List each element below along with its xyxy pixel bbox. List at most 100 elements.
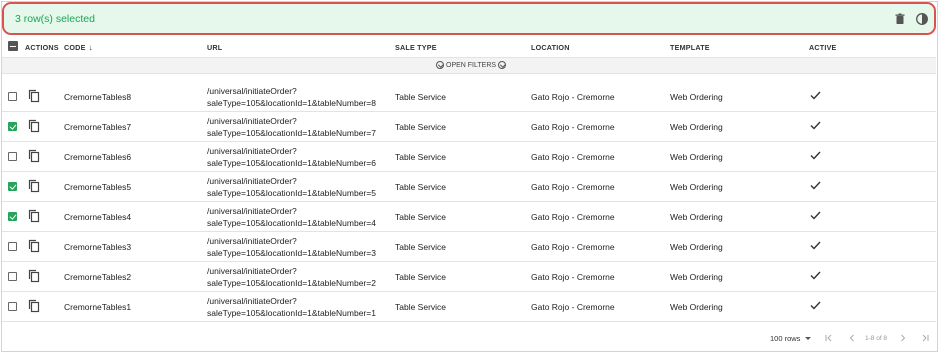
checkmark-icon xyxy=(810,91,821,100)
row-select-checkbox[interactable] xyxy=(8,182,17,191)
template-cell: Web Ordering xyxy=(670,182,723,192)
code-cell: CremorneTables3 xyxy=(64,242,132,252)
caret-down-icon xyxy=(805,337,812,340)
rows-per-page-value: 100 rows xyxy=(770,334,801,343)
copy-icon[interactable] xyxy=(28,209,40,223)
template-cell: Web Ordering xyxy=(670,122,723,132)
trash-icon[interactable] xyxy=(893,12,907,26)
sale-type-cell: Table Service xyxy=(395,92,447,102)
checkmark-icon xyxy=(810,181,821,190)
column-header-actions: ACTIONS xyxy=(25,43,59,52)
copy-icon[interactable] xyxy=(28,299,40,313)
location-cell: Gato Rojo - Cremorne xyxy=(531,272,615,282)
rows-per-page-select[interactable]: 100 rows xyxy=(770,334,812,343)
url-line-2: saleType=105&locationId=1&tableNumber=5 xyxy=(207,188,376,198)
checkmark-icon xyxy=(810,211,821,220)
selection-count-text: 3 row(s) selected xyxy=(15,13,95,25)
location-cell: Gato Rojo - Cremorne xyxy=(531,302,615,312)
location-cell: Gato Rojo - Cremorne xyxy=(531,92,615,102)
url-cell: /universal/initiateOrder? saleType=105&lo… xyxy=(207,235,376,259)
table-row[interactable]: CremorneTables6/universal/initiateOrder?… xyxy=(2,142,936,172)
url-line-2: saleType=105&locationId=1&tableNumber=8 xyxy=(207,98,376,108)
sale-type-cell: Table Service xyxy=(395,182,447,192)
template-cell: Web Ordering xyxy=(670,152,723,162)
copy-icon[interactable] xyxy=(28,149,40,163)
table-header: ACTIONS CODE ↓ URL SALE TYPE LOCATION TEM… xyxy=(2,38,936,58)
code-cell: CremorneTables1 xyxy=(64,302,132,312)
table-row[interactable]: CremorneTables2/universal/initiateOrder?… xyxy=(2,262,936,292)
row-select-checkbox[interactable] xyxy=(8,152,17,161)
row-select-checkbox[interactable] xyxy=(8,212,17,221)
table-row[interactable]: CremorneTables5/universal/initiateOrder?… xyxy=(2,172,936,202)
url-cell: /universal/initiateOrder? saleType=105&lo… xyxy=(207,175,376,199)
column-header-code-label: CODE xyxy=(64,43,86,52)
copy-icon[interactable] xyxy=(28,89,40,103)
location-cell: Gato Rojo - Cremorne xyxy=(531,212,615,222)
checkmark-icon xyxy=(810,301,821,310)
table-row[interactable]: CremorneTables3/universal/initiateOrder?… xyxy=(2,232,936,262)
url-line-2: saleType=105&locationId=1&tableNumber=7 xyxy=(207,128,376,138)
location-cell: Gato Rojo - Cremorne xyxy=(531,122,615,132)
column-header-sale-type[interactable]: SALE TYPE xyxy=(395,43,437,52)
checkmark-icon xyxy=(810,151,821,160)
url-cell: /universal/initiateOrder? saleType=105&lo… xyxy=(207,85,376,109)
code-cell: CremorneTables5 xyxy=(64,182,132,192)
table-row[interactable]: CremorneTables8/universal/initiateOrder?… xyxy=(2,82,936,112)
copy-icon[interactable] xyxy=(28,239,40,253)
contrast-icon[interactable] xyxy=(915,12,929,26)
sort-down-icon[interactable]: ↓ xyxy=(89,43,93,52)
url-cell: /universal/initiateOrder? saleType=105&lo… xyxy=(207,265,376,289)
next-page-icon[interactable] xyxy=(898,333,908,343)
row-select-checkbox[interactable] xyxy=(8,242,17,251)
location-cell: Gato Rojo - Cremorne xyxy=(531,242,615,252)
template-cell: Web Ordering xyxy=(670,272,723,282)
copy-icon[interactable] xyxy=(28,179,40,193)
select-all-checkbox[interactable] xyxy=(8,41,18,51)
url-cell: /universal/initiateOrder? saleType=105&lo… xyxy=(207,145,376,169)
pagination-footer: 100 rows 1-8 of 8 xyxy=(2,326,936,350)
url-line-1: /universal/initiateOrder? xyxy=(207,116,297,126)
copy-icon[interactable] xyxy=(28,269,40,283)
table-row[interactable]: CremorneTables7/universal/initiateOrder?… xyxy=(2,112,936,142)
row-select-checkbox[interactable] xyxy=(8,272,17,281)
table-row[interactable]: CremorneTables1/universal/initiateOrder?… xyxy=(2,292,936,322)
open-filters-button[interactable]: OPEN FILTERS xyxy=(436,61,507,69)
url-cell: /universal/initiateOrder? saleType=105&lo… xyxy=(207,205,376,229)
template-cell: Web Ordering xyxy=(670,242,723,252)
url-line-1: /universal/initiateOrder? xyxy=(207,266,297,276)
sale-type-cell: Table Service xyxy=(395,242,447,252)
url-line-1: /universal/initiateOrder? xyxy=(207,236,297,246)
row-select-checkbox[interactable] xyxy=(8,122,17,131)
filters-bar: OPEN FILTERS xyxy=(2,58,936,74)
url-line-1: /universal/initiateOrder? xyxy=(207,176,297,186)
column-header-url[interactable]: URL xyxy=(207,43,222,52)
url-line-1: /universal/initiateOrder? xyxy=(207,206,297,216)
sale-type-cell: Table Service xyxy=(395,272,447,282)
row-select-checkbox[interactable] xyxy=(8,302,17,311)
sale-type-cell: Table Service xyxy=(395,302,447,312)
checkmark-icon xyxy=(810,271,821,280)
url-line-2: saleType=105&locationId=1&tableNumber=3 xyxy=(207,248,376,258)
url-cell: /universal/initiateOrder? saleType=105&lo… xyxy=(207,115,376,139)
column-header-template[interactable]: TEMPLATE xyxy=(670,43,710,52)
code-cell: CremorneTables8 xyxy=(64,92,132,102)
last-page-icon[interactable] xyxy=(920,333,930,343)
row-select-checkbox[interactable] xyxy=(8,92,17,101)
open-filters-label: OPEN FILTERS xyxy=(446,61,497,69)
column-header-active[interactable]: ACTIVE xyxy=(809,43,837,52)
table-row[interactable]: CremorneTables4/universal/initiateOrder?… xyxy=(2,202,936,232)
page-range-text: 1-8 of 8 xyxy=(865,335,888,342)
template-cell: Web Ordering xyxy=(670,212,723,222)
checkmark-icon xyxy=(810,121,821,130)
template-cell: Web Ordering xyxy=(670,92,723,102)
url-line-1: /universal/initiateOrder? xyxy=(207,86,297,96)
url-line-2: saleType=105&locationId=1&tableNumber=6 xyxy=(207,158,376,168)
column-header-code[interactable]: CODE ↓ xyxy=(64,43,93,52)
first-page-icon[interactable] xyxy=(824,333,834,343)
column-header-location[interactable]: LOCATION xyxy=(531,43,570,52)
location-cell: Gato Rojo - Cremorne xyxy=(531,152,615,162)
copy-icon[interactable] xyxy=(28,119,40,133)
prev-page-icon[interactable] xyxy=(847,333,857,343)
url-line-1: /universal/initiateOrder? xyxy=(207,296,297,306)
template-cell: Web Ordering xyxy=(670,302,723,312)
